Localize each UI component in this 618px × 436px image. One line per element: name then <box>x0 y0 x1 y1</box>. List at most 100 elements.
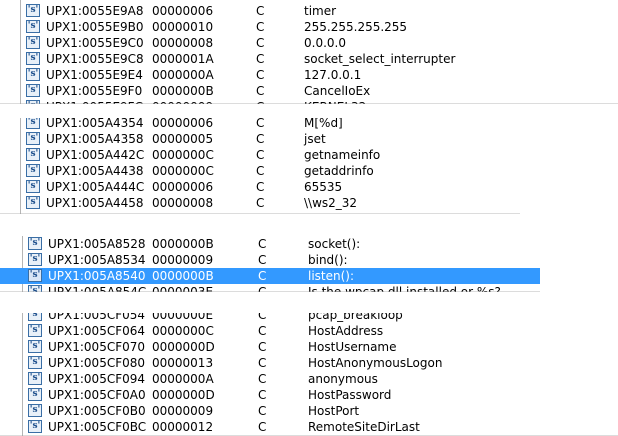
address-cell: UPX1:0055E9F0 <box>46 84 143 98</box>
type-cell: C <box>256 132 265 146</box>
string-type-icon <box>28 253 42 266</box>
string-cell: listen(): <box>308 269 355 283</box>
list-item[interactable]: UPX1:005CF054 0000000E Cpcap_breakloop <box>0 313 618 323</box>
string-type-icon <box>28 340 42 353</box>
list-item[interactable]: UPX1:005CF070 0000000D C HostUsername <box>0 339 618 355</box>
list-item[interactable]: UPX1:005CF0B0 00000009 C HostPort <box>0 403 618 419</box>
string-type-icon <box>26 118 40 129</box>
string-cell: anonymous <box>308 372 378 386</box>
list-item[interactable]: UPX1:0055E9B0 00000010 C 255.255.255.255 <box>0 19 618 35</box>
list-item[interactable]: UPX1:0055E9F0 0000000B C CancelIoEx <box>0 83 618 99</box>
string-cell: HostAnonymousLogon <box>308 356 443 370</box>
address-cell: UPX1:005A8528 <box>48 237 146 251</box>
list-item[interactable]: UPX1:005A4438 0000000C Cgetaddrinfo <box>0 163 520 179</box>
string-type-icon <box>28 404 42 417</box>
string-type-icon <box>26 84 40 97</box>
string-type-icon <box>26 148 40 161</box>
type-cell: C <box>258 324 267 338</box>
string-type-icon <box>26 52 40 65</box>
address-cell: UPX1:005A444C <box>46 180 145 194</box>
type-cell: C <box>258 340 267 354</box>
address-cell: UPX1:005A4458 <box>46 196 144 210</box>
length-cell: 0000000A <box>152 68 214 82</box>
string-type-icon <box>28 372 42 385</box>
string-cell: pcap_breakloop <box>308 313 403 322</box>
type-cell: C <box>258 237 267 251</box>
address-cell: UPX1:005CF0A0 <box>48 388 146 402</box>
type-cell: C <box>256 4 265 18</box>
list-item[interactable]: UPX1:005A444C 00000006 C 65535 <box>0 179 520 195</box>
strings-list-panel[interactable]: UPX1:005A435400000006CM[%d]UPX1:005A4358… <box>0 118 520 214</box>
list-item[interactable]: UPX1:005A8528 0000000B Csocket(): <box>0 236 540 252</box>
string-type-icon <box>28 420 42 433</box>
type-cell: C <box>258 313 267 322</box>
length-cell: 00000006 <box>152 180 214 194</box>
string-type-icon <box>28 269 42 282</box>
string-cell: 127.0.0.1 <box>304 68 362 82</box>
length-cell: 00000006 <box>152 118 214 130</box>
list-item[interactable]: UPX1:005CF0A0 0000000D C HostPassword <box>0 387 618 403</box>
string-type-icon <box>26 132 40 145</box>
length-cell: 0000000B <box>152 269 214 283</box>
type-cell: C <box>256 180 265 194</box>
type-cell: C <box>256 52 265 66</box>
length-cell: 00000010 <box>152 20 214 34</box>
list-item[interactable]: UPX1:005A8540 0000000B Clisten(): <box>0 268 540 284</box>
type-cell: C <box>258 253 267 267</box>
length-cell: 0000000D <box>152 340 215 354</box>
length-cell: 0000000C <box>152 148 214 162</box>
list-item[interactable]: UPX1:005A442C 0000000C Cgetnameinfo <box>0 147 520 163</box>
strings-list-panel[interactable]: UPX1:0055E9A800000006CtimerUPX1:0055E9B0… <box>0 0 618 104</box>
list-item[interactable]: UPX1:005A4354 00000006 C M[%d] <box>0 118 520 131</box>
length-cell: 00000005 <box>152 132 214 146</box>
address-cell: UPX1:0055E9C8 <box>46 52 144 66</box>
string-type-icon <box>26 180 40 193</box>
list-item[interactable]: UPX1:005A4358 00000005 Cjset <box>0 131 520 147</box>
string-type-icon <box>28 356 42 369</box>
strings-list-panel[interactable]: UPX1:005A85280000000BCsocket():UPX1:005A… <box>0 236 540 292</box>
strings-list-panel[interactable]: UPX1:005CF0540000000ECpcap_breakloopUPX1… <box>0 313 618 436</box>
type-cell: C <box>256 84 265 98</box>
string-cell: 0.0.0.0 <box>304 36 346 50</box>
string-cell: RemoteSiteDirLast <box>308 420 420 434</box>
length-cell: 00000013 <box>152 356 214 370</box>
list-item[interactable]: UPX1:005A8534 00000009 Cbind(): <box>0 252 540 268</box>
list-item[interactable]: UPX1:0055E9A8 00000006 Ctimer <box>0 3 618 19</box>
address-cell: UPX1:005CF0BC <box>48 420 147 434</box>
length-cell: 00000006 <box>152 4 214 18</box>
type-cell: C <box>258 356 267 370</box>
address-cell: UPX1:005CF054 <box>48 313 146 322</box>
list-item[interactable]: UPX1:005A4458 00000008 C \\ws2_32 <box>0 195 520 211</box>
string-cell: M[%d] <box>304 118 343 130</box>
list-item[interactable]: UPX1:005CF080 00000013 C HostAnonymousLogon <box>0 355 618 371</box>
panel-edge <box>0 103 618 104</box>
length-cell: 00000009 <box>152 404 214 418</box>
length-cell: 00000012 <box>152 420 214 434</box>
list-item[interactable]: UPX1:0055E9E4 0000000A C 127.0.0.1 <box>0 67 618 83</box>
list-item[interactable]: UPX1:0055E9C0 00000008 C 0.0.0.0 <box>0 35 618 51</box>
type-cell: C <box>258 404 267 418</box>
list-item[interactable]: UPX1:005CF094 0000000A Canonymous <box>0 371 618 387</box>
list-item[interactable]: UPX1:005CF0BC 00000012 C RemoteSiteDirLast <box>0 419 618 435</box>
address-cell: UPX1:005CF080 <box>48 356 146 370</box>
length-cell: 0000000A <box>152 372 214 386</box>
length-cell: 0000000B <box>152 237 214 251</box>
string-cell: bind(): <box>308 253 348 267</box>
string-cell: \\ws2_32 <box>304 196 358 210</box>
address-cell: UPX1:0055E9B0 <box>46 20 144 34</box>
string-cell: socket(): <box>308 237 361 251</box>
panel-edge <box>0 213 520 214</box>
address-cell: UPX1:005A442C <box>46 148 145 162</box>
list-item[interactable]: UPX1:0055E9C8 0000001A Csocket_select_inte… <box>0 51 618 67</box>
string-cell: timer <box>304 4 337 18</box>
string-cell: HostAddress <box>308 324 384 338</box>
string-type-icon <box>26 164 40 177</box>
length-cell: 0000000C <box>152 324 214 338</box>
string-cell: HostPassword <box>308 388 392 402</box>
string-cell: jset <box>304 132 326 146</box>
length-cell: 0000000B <box>152 84 214 98</box>
list-item[interactable]: UPX1:005CF064 0000000C C HostAddress <box>0 323 618 339</box>
length-cell: 0000000D <box>152 388 215 402</box>
string-cell: 65535 <box>304 180 343 194</box>
address-cell: UPX1:005A4358 <box>46 132 144 146</box>
